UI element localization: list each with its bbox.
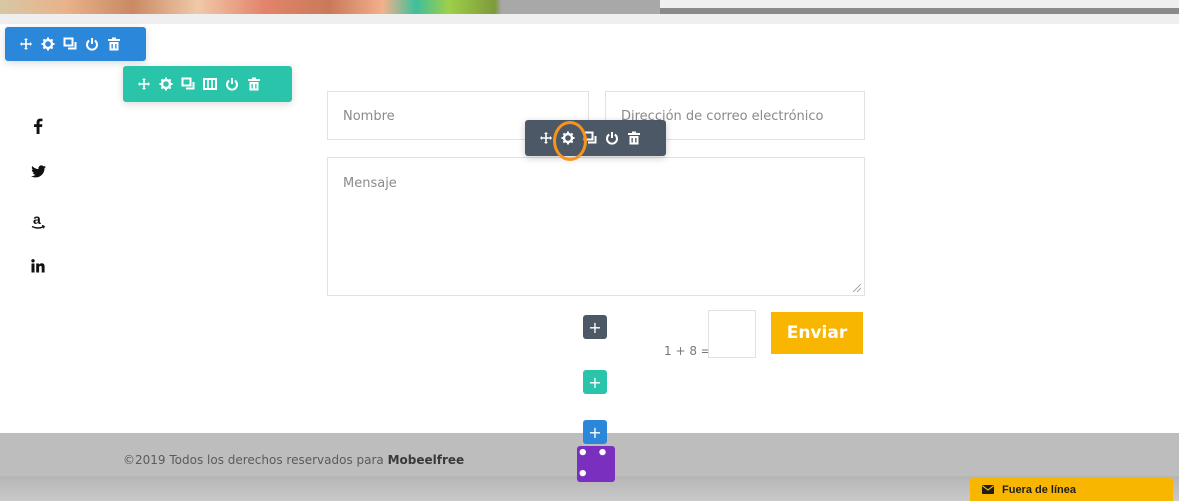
name-placeholder: Nombre: [343, 109, 395, 124]
power-icon[interactable]: [221, 73, 243, 95]
row-toolbar: [123, 66, 292, 102]
duplicate-icon[interactable]: [59, 33, 81, 55]
move-icon[interactable]: [15, 33, 37, 55]
add-module-button[interactable]: +: [583, 315, 607, 339]
add-row-button[interactable]: +: [583, 370, 607, 394]
submit-button[interactable]: Enviar: [771, 312, 863, 354]
trash-icon[interactable]: [623, 127, 645, 149]
captcha-input[interactable]: [708, 310, 756, 358]
social-links: a: [28, 118, 48, 306]
trash-icon[interactable]: [103, 33, 125, 55]
power-icon[interactable]: [601, 127, 623, 149]
chat-widget[interactable]: Fuera de línea: [970, 478, 1173, 501]
facebook-icon[interactable]: [28, 118, 48, 165]
columns-icon[interactable]: [199, 73, 221, 95]
gear-icon[interactable]: [553, 121, 587, 161]
banner-image: [0, 0, 660, 14]
copyright-prefix: ©2019 Todos los derechos reservados para: [123, 453, 388, 467]
gear-icon[interactable]: [37, 33, 59, 55]
amazon-icon[interactable]: a: [28, 212, 48, 259]
add-section-button[interactable]: +: [583, 420, 607, 444]
duplicate-icon[interactable]: [177, 73, 199, 95]
section-toolbar: [5, 27, 146, 61]
envelope-icon: [982, 485, 994, 494]
twitter-icon[interactable]: [28, 165, 48, 212]
chat-status-label: Fuera de línea: [1002, 483, 1076, 496]
more-options-button[interactable]: • • •: [577, 443, 615, 485]
linkedin-icon[interactable]: [28, 259, 48, 306]
module-toolbar: [525, 120, 666, 161]
page: a Nombre Dirección de correo electrónico…: [0, 0, 1179, 501]
resize-handle-icon[interactable]: [853, 284, 861, 292]
svg-text:a: a: [33, 212, 41, 227]
copyright-text: ©2019 Todos los derechos reservados para…: [123, 453, 464, 467]
header-banner: [0, 0, 1179, 24]
message-field[interactable]: Mensaje: [327, 157, 865, 296]
gear-icon[interactable]: [155, 73, 177, 95]
power-icon[interactable]: [81, 33, 103, 55]
brand-name: Mobeelfree: [387, 453, 465, 467]
move-icon[interactable]: [133, 73, 155, 95]
captcha-label: 1 + 8 =: [664, 344, 711, 358]
banner-divider: [660, 8, 1179, 14]
trash-icon[interactable]: [243, 73, 265, 95]
message-placeholder: Mensaje: [343, 176, 397, 191]
